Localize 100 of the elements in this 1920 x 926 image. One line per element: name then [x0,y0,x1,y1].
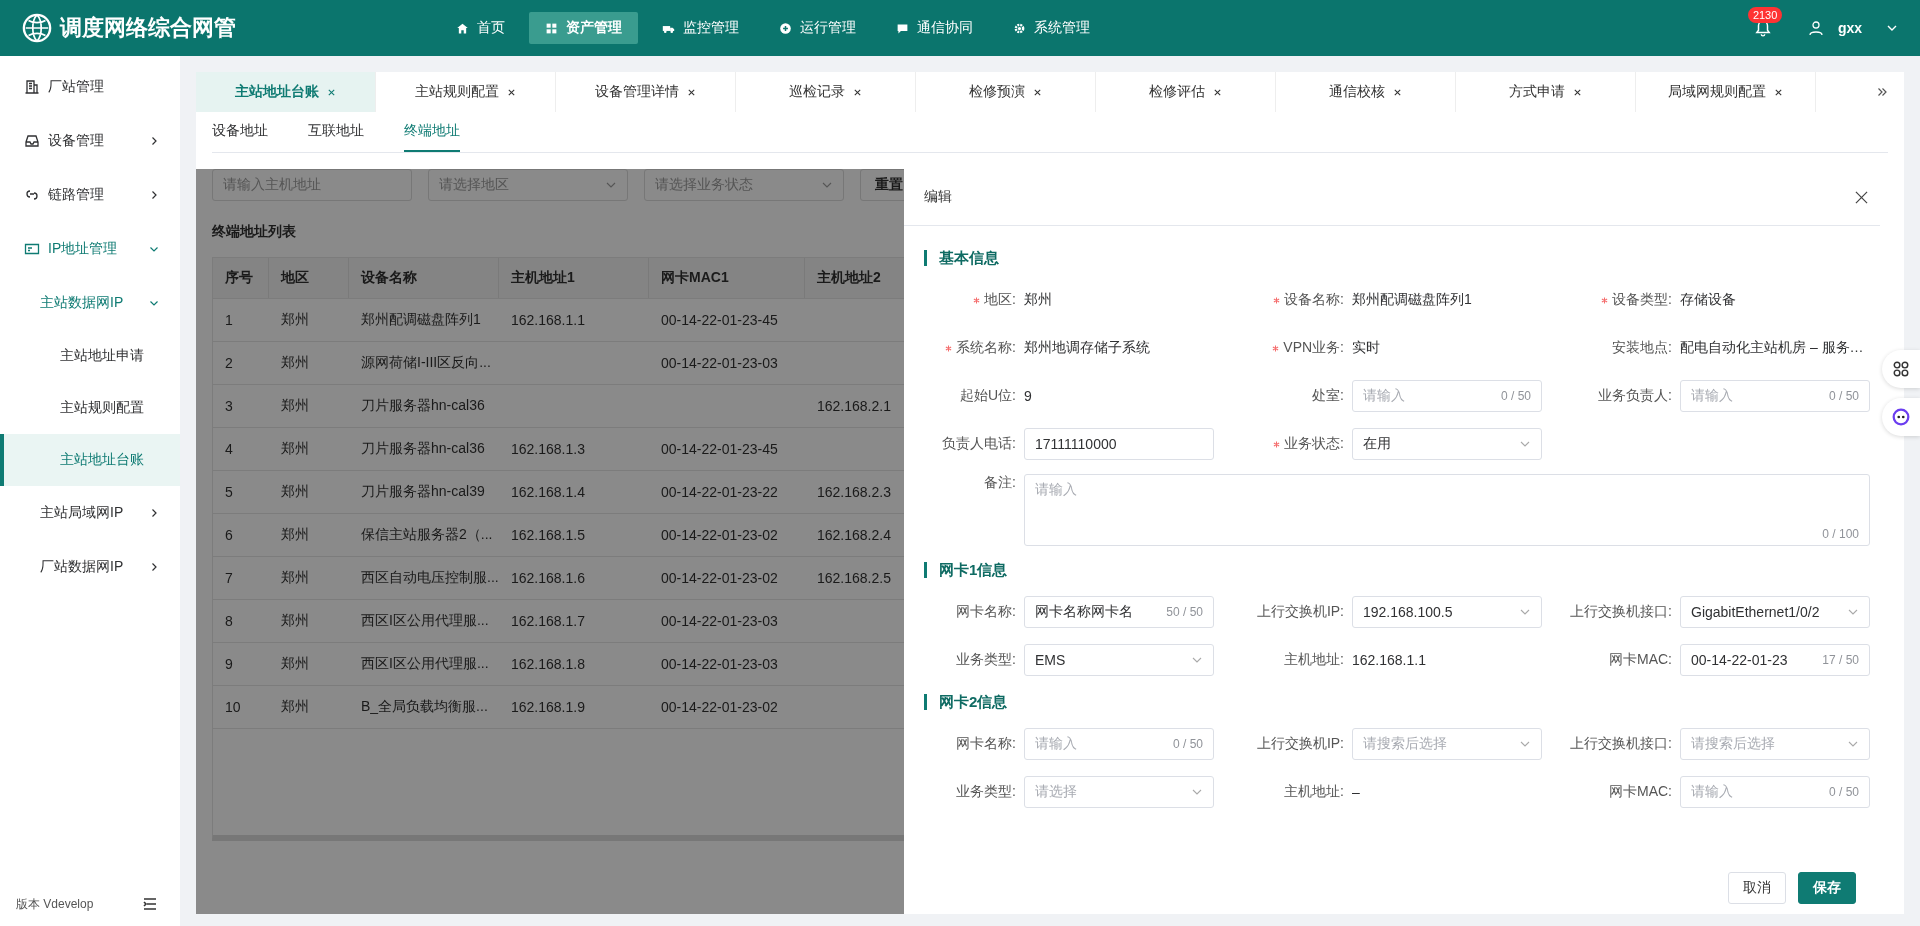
select-field[interactable]: GigabitEthernet1/0/2 [1680,596,1870,628]
close-icon[interactable] [853,87,862,97]
sidebar-item[interactable]: 主站局域网IP [0,486,180,540]
table-cell: 162.168.1.1 [511,312,585,328]
column-header: 序号 [213,258,269,298]
field-label: 业务类型: [956,783,1016,801]
page-tab[interactable]: 主站地址台账 [196,72,376,112]
select-field[interactable]: EMS [1024,644,1214,676]
table-cell: 郑州配调磁盘阵列1 [361,311,481,329]
field-label: 网卡MAC: [1609,783,1672,801]
sidebar-item[interactable]: 主站规则配置 [0,382,180,434]
nav-item[interactable]: 通信协同 [880,12,989,44]
field-value: 9 [1024,388,1032,404]
table-cell: 4 [225,441,233,457]
sidebar-item[interactable]: 链路管理 [0,168,180,222]
close-icon[interactable] [687,87,696,97]
sidebar-item[interactable]: IP地址管理 [0,222,180,276]
table-title: 终端地址列表 [212,223,297,241]
sidebar-item[interactable]: 主站地址台账 [0,434,180,486]
table-cell: 郑州 [281,440,309,458]
assistant-button[interactable] [1882,398,1920,436]
field-value: 实时 [1352,339,1380,357]
sub-tab[interactable]: 终端地址 [404,112,460,152]
table-cell: 162.168.1.7 [511,613,585,629]
table-cell: 162.168.2.5 [817,570,891,586]
table-cell: 162.168.1.5 [511,527,585,543]
close-icon[interactable] [1573,87,1582,97]
nav-item[interactable]: 监控管理 [646,12,755,44]
column-header: 主机地址1 [499,258,649,298]
close-icon[interactable] [1774,87,1783,97]
field-value: 162.168.1.1 [1352,652,1426,668]
table-cell: 9 [225,656,233,672]
table-cell: 西区自动电压控制服... [361,569,499,587]
field-label: 负责人电话: [942,435,1016,453]
field-label: 设备名称: [1284,291,1344,309]
apps-button[interactable] [1882,350,1920,388]
field-label: 地区: [984,291,1016,309]
nav-item[interactable]: 系统管理 [997,12,1106,44]
input-field[interactable]: 网卡名称网卡名 50 / 50 [1024,596,1214,628]
table-cell: 郑州 [281,354,309,372]
table-cell: B_全局负载均衡服... [361,698,488,716]
table-cell: 郑州 [281,698,309,716]
select-field[interactable]: 在用 [1352,428,1542,460]
grid-icon [545,21,558,35]
field-value: 郑州 [1024,291,1052,309]
reset-button[interactable]: 重置 [860,169,904,201]
field-value: 郑州地调存储子系统 [1024,339,1150,357]
sidebar-item[interactable]: 设备管理 [0,114,180,168]
field-label: 起始U位: [960,387,1016,405]
close-icon[interactable] [507,87,516,97]
sidebar-item[interactable]: 主站数据网IP [0,276,180,330]
sub-tab[interactable]: 设备地址 [212,112,268,152]
user-name[interactable]: gxx [1837,20,1862,36]
sub-tab[interactable]: 互联地址 [308,112,364,152]
save-button[interactable]: 保存 [1798,872,1856,904]
sidebar-item[interactable]: 厂站管理 [0,60,180,114]
nav-item[interactable]: 运行管理 [763,12,872,44]
version-label: 版本 Vdevelop [16,895,94,913]
table-cell: 6 [225,527,233,543]
field-value: 配电自动化主站机房 – 服务… [1680,339,1864,357]
table-cell: 00-14-22-01-23-03 [661,656,778,672]
table-cell: 1 [225,312,233,328]
close-icon[interactable] [1393,87,1402,97]
field-label: 备注: [984,474,1016,492]
input-field[interactable]: 17111110000 [1024,428,1214,460]
building-icon [24,79,40,95]
field-label: 业务类型: [956,651,1016,669]
double-chevron-icon [1876,86,1888,98]
table-cell: 郑州 [281,311,309,329]
section-title: 网卡1信息 [924,562,1880,578]
table-cell: 162.168.1.9 [511,699,585,715]
field-label: 系统名称: [956,339,1016,357]
menu-icon[interactable] [142,896,158,912]
sidebar-item[interactable]: 厂站数据网IP [0,540,180,594]
table-cell: 郑州 [281,397,309,415]
field-label: 网卡MAC: [1609,651,1672,669]
table-cell: 郑州 [281,526,309,544]
nav-item[interactable]: 首页 [440,12,521,44]
gear-icon [1013,21,1026,35]
field-label: 主机地址: [1284,651,1344,669]
table-cell: 00-14-22-01-23-22 [661,484,778,500]
grid-icon [1892,360,1910,378]
field-label: 网卡名称: [956,603,1016,621]
table-cell: 3 [225,398,233,414]
table-cell: 162.168.1.4 [511,484,585,500]
select-field[interactable]: 192.168.100.5 [1352,596,1542,628]
field-value: 存储设备 [1680,291,1736,309]
sidebar-item[interactable]: 主站地址申请 [0,330,180,382]
section-title: 网卡2信息 [924,694,1880,710]
cancel-button[interactable]: 取消 [1728,872,1786,904]
close-icon[interactable] [1855,190,1868,204]
close-icon[interactable] [1213,87,1222,97]
column-header: 设备名称 [349,258,499,298]
user-icon [1807,20,1824,36]
input-field[interactable]: 00-14-22-01-23 17 / 50 [1680,644,1870,676]
table-cell: 郑州 [281,483,309,501]
close-icon[interactable] [1033,87,1042,97]
table-cell: 162.168.2.4 [817,527,891,543]
table-cell: 00-14-22-01-23-45 [661,312,778,328]
table-cell: 源网荷储I-III区反向... [361,354,491,372]
